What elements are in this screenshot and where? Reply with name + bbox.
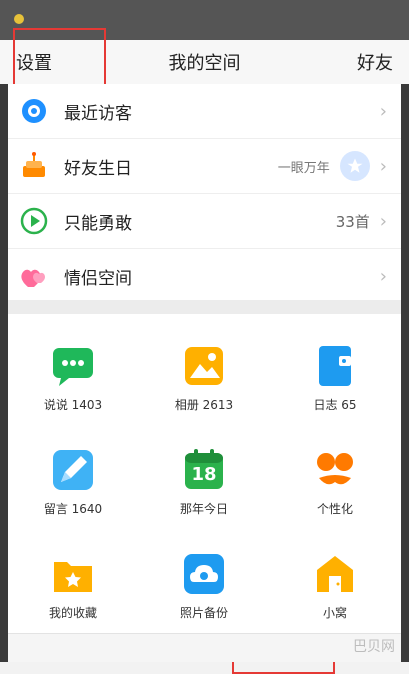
top-header: 设置 我的空间 好友 [0,40,409,84]
grid-item-moments[interactable]: 说说 1403 [8,344,138,413]
play-icon [18,205,50,237]
calendar-icon: 18 [182,448,226,492]
journal-icon [313,344,357,388]
folder-star-icon [51,552,95,596]
grid-item-label: 照片备份 [179,606,228,620]
chevron-right-icon: › [379,155,387,177]
hearts-icon [18,261,50,293]
friends-button[interactable]: 好友 [313,49,393,75]
list-item-label: 最近访客 [64,103,132,124]
page-title: 我的空间 [168,53,241,74]
chevron-right-icon: › [379,100,387,122]
calendar-day-number: 18 [191,464,217,485]
notification-icon [14,14,24,24]
grid-item-journal[interactable]: 日志 65 [270,344,400,413]
list-item-couple-space[interactable]: 情侣空间 › [8,249,401,304]
grid-item-label: 个性化 [316,502,353,516]
photo-album-icon [182,344,226,388]
list-item-friend-birthday[interactable]: 好友生日 一眼万年 › [8,139,401,194]
section-divider [8,300,401,314]
grid-item-album[interactable]: 相册 2613 [139,344,269,413]
chat-bubble-icon [51,344,95,388]
settings-button[interactable]: 设置 [16,49,96,75]
list-item-value: 33首 [335,212,370,231]
grid-item-message-board[interactable]: 留言 1640 [8,448,138,517]
pen-icon [51,448,95,492]
chevron-right-icon: › [379,210,387,232]
grid-item-personalize[interactable]: 个性化 [270,448,400,517]
grid-item-label: 说说 1403 [43,398,103,412]
list-item-music[interactable]: 只能勇敢 33首 › [8,194,401,249]
grid-item-label: 相册 2613 [174,398,234,412]
cloud-icon [182,552,226,596]
grid-item-label: 那年今日 [179,502,228,516]
grid-item-favorites[interactable]: 我的收藏 [8,552,138,621]
grid-item-label: 我的收藏 [48,606,97,620]
status-bar [0,0,409,40]
grid-item-label: 日志 65 [313,398,357,412]
cake-icon [18,150,50,182]
grid-item-label: 留言 1640 [43,502,103,516]
chevron-right-icon: › [379,266,387,287]
list-item-label: 情侣空间 [64,269,132,289]
house-icon [313,552,357,596]
eye-icon [18,95,50,127]
face-icon [313,448,357,492]
bottom-bar [8,633,401,662]
feature-grid: 说说 1403 相册 2613 日志 65 留言 1640 18 那年今日 个性… [8,314,401,634]
list-item-value: 一眼万年 [277,160,330,176]
list-item-label: 好友生日 [64,158,132,179]
list-item-label: 只能勇敢 [64,213,132,234]
grid-item-photo-backup[interactable]: 照片备份 [139,552,269,621]
watermark: 巴贝网 [353,639,395,655]
grid-item-this-day[interactable]: 18 那年今日 [139,448,269,517]
grid-item-label: 小窝 [322,606,347,620]
grid-item-nest[interactable]: 小窝 [270,552,400,621]
feature-list: 最近访客 › 好友生日 一眼万年 › 只能勇敢 33首 › 情侣空间 › [8,84,401,304]
list-item-recent-visitors[interactable]: 最近访客 › [8,84,401,139]
star-badge-icon [339,151,370,181]
